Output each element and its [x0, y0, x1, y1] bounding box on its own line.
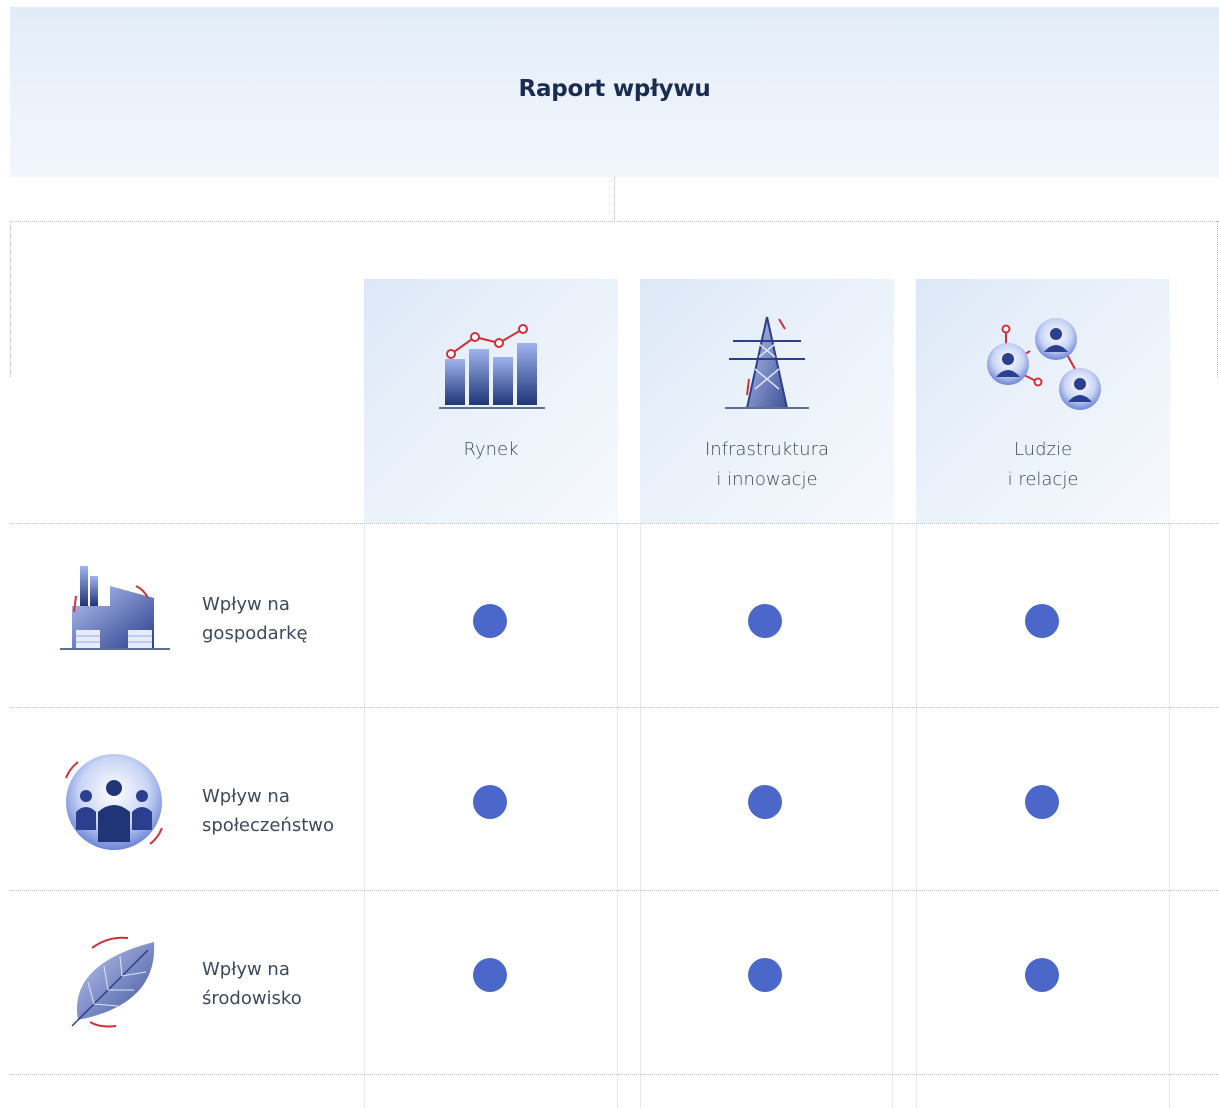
column-label: Rynek: [463, 439, 519, 460]
impact-dot: [748, 958, 782, 992]
connector-line: [614, 177, 615, 221]
frame-top-divider: [10, 221, 1219, 222]
people-network-icon: [916, 309, 1170, 419]
bar-chart-icon: [364, 309, 618, 419]
impact-dot: [748, 785, 782, 819]
factory-icon: [58, 560, 172, 660]
row-label: Wpływ na środowisko: [202, 959, 302, 1009]
column-guide: [617, 523, 618, 1108]
row-divider: [10, 523, 1219, 524]
column-guide: [640, 523, 641, 1108]
impact-dot: [1025, 604, 1059, 638]
row-label: Wpływ na społeczeństwo: [202, 786, 335, 836]
column-guide: [364, 523, 365, 1108]
people-group-icon: [58, 752, 172, 852]
power-tower-icon: [640, 309, 894, 419]
impact-dot: [1025, 958, 1059, 992]
column-guide: [916, 523, 917, 1108]
frame-right-divider: [1217, 221, 1218, 377]
impact-dot: [1025, 785, 1059, 819]
column-guide: [892, 523, 893, 1108]
row-label: Wpływ na gospodarkę: [202, 594, 308, 644]
column-label: Ludzie i relacje: [1007, 439, 1079, 490]
row-divider: [10, 707, 1219, 708]
impact-dot: [473, 604, 507, 638]
column-header-rynek: Rynek: [364, 279, 618, 523]
impact-dot: [473, 785, 507, 819]
column-label: Infrastruktura i innowacje: [704, 439, 830, 490]
page-title: Raport wpływu: [518, 76, 711, 102]
row-divider: [10, 1074, 1219, 1075]
column-guide: [1169, 523, 1170, 1108]
frame-left-divider: [10, 221, 11, 377]
row-divider: [10, 890, 1219, 891]
column-header-infrastruktura: Infrastruktura i innowacje: [640, 279, 894, 523]
column-header-ludzie: Ludzie i relacje: [916, 279, 1170, 523]
impact-dot: [473, 958, 507, 992]
report-header: Raport wpływu: [10, 7, 1219, 177]
impact-dot: [748, 604, 782, 638]
leaf-icon: [58, 934, 172, 1034]
